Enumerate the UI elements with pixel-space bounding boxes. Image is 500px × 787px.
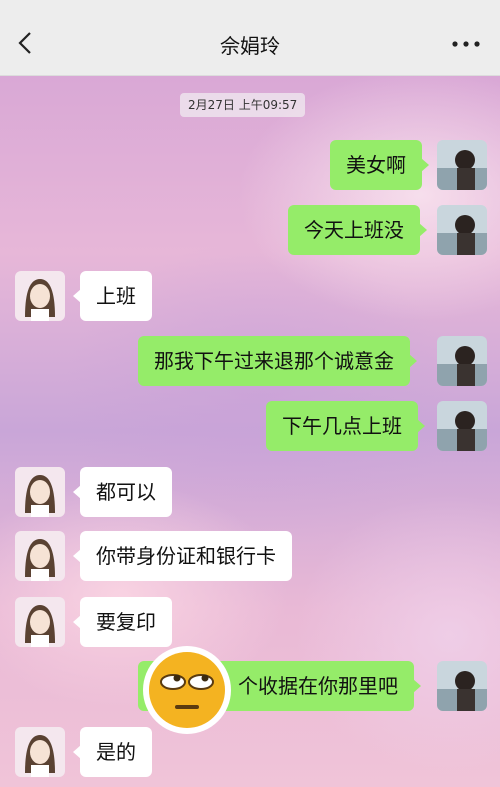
user-photo-icon [437,140,487,190]
top-bar: 佘娟玲 [0,12,500,76]
message-timestamp: 2月27日 上午09:57 [180,93,306,117]
chat-title: 佘娟玲 [220,34,280,58]
message-bubble[interactable]: 都可以 [73,467,172,517]
more-button[interactable] [450,30,482,56]
cartoon-girl-avatar-icon [15,597,65,647]
cartoon-girl-avatar-icon [15,727,65,777]
cartoon-girl-avatar-icon [15,531,65,581]
contact-avatar[interactable] [15,727,65,777]
message-bubble[interactable]: 美女啊 [330,140,429,190]
my-avatar[interactable] [437,205,487,255]
user-photo-icon [437,205,487,255]
my-avatar[interactable] [437,661,487,711]
my-avatar[interactable] [437,401,487,451]
more-horizontal-icon [452,41,480,47]
contact-avatar[interactable] [15,531,65,581]
contact-avatar[interactable] [15,467,65,517]
my-avatar[interactable] [437,336,487,386]
status-bar [0,0,500,12]
user-photo-icon [437,661,487,711]
user-photo-icon [437,336,487,386]
my-avatar[interactable] [437,140,487,190]
message-bubble[interactable]: 下午几点上班 [266,401,425,451]
message-bubble[interactable]: 今天上班没 [288,205,427,255]
user-photo-icon [437,401,487,451]
message-bubble[interactable]: 那我下午过来退那个诚意金 [138,336,417,386]
message-bubble[interactable]: 上班 [73,271,152,321]
message-bubble[interactable]: 要复印 [73,597,172,647]
cartoon-girl-avatar-icon [15,467,65,517]
message-bubble[interactable]: 你带身份证和银行卡 [73,531,292,581]
cartoon-girl-avatar-icon [15,271,65,321]
rolling-eyes-emoji-icon [142,645,232,735]
contact-avatar[interactable] [15,271,65,321]
contact-avatar[interactable] [15,597,65,647]
